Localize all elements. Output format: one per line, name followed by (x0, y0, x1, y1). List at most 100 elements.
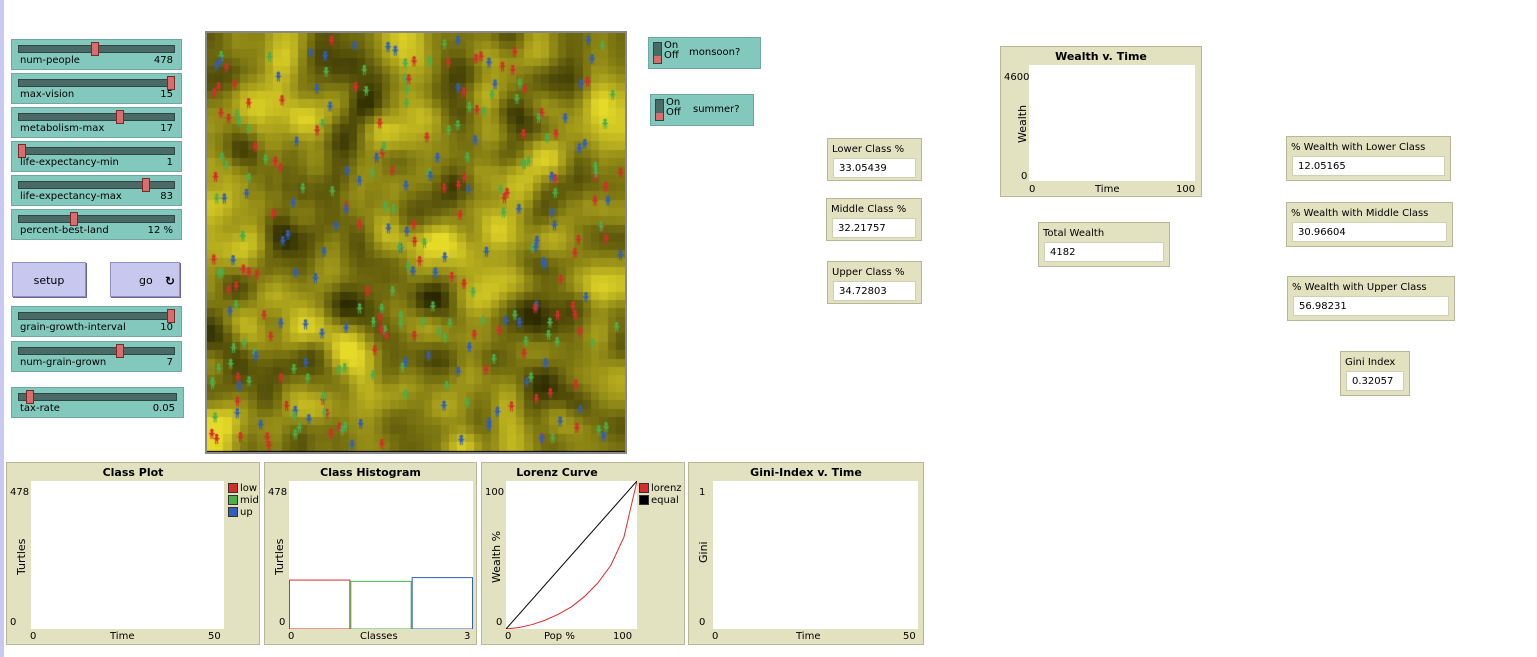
slider-value: 10 (160, 322, 173, 333)
slider-value: 12 % (147, 225, 173, 236)
switch-on-label: On (664, 40, 679, 51)
slider-grain-growth-interval[interactable]: grain-growth-interval 10 (11, 306, 182, 337)
y-axis-label: Turtles (15, 538, 28, 575)
slider-metabolism-max[interactable]: metabolism-max 17 (11, 107, 182, 138)
slider-track[interactable] (18, 347, 175, 355)
y-min-label: 0 (279, 617, 286, 628)
switch-knob[interactable] (653, 42, 662, 64)
slider-label: life-expectancy-min (20, 157, 119, 168)
world-canvas[interactable] (207, 33, 625, 452)
gini-index-monitor: Gini Index 0.32057 (1340, 351, 1410, 396)
y-min-label: 0 (1021, 171, 1028, 182)
y-max-label: 478 (268, 487, 288, 498)
slider-track[interactable] (18, 393, 177, 401)
x-min-label: 0 (712, 631, 719, 642)
slider-thumb[interactable] (167, 309, 175, 323)
x-max-label: 100 (1176, 184, 1196, 195)
slider-track[interactable] (18, 113, 175, 121)
y-max-label: 1 (699, 487, 706, 498)
plot-area (1029, 65, 1195, 181)
monitor-value: 30.96604 (1292, 222, 1447, 242)
slider-label: tax-rate (20, 403, 60, 414)
legend-label: mid (240, 494, 259, 506)
slider-thumb[interactable] (70, 212, 79, 226)
slider-thumb[interactable] (116, 110, 125, 124)
slider-thumb[interactable] (141, 178, 150, 192)
x-axis-label: Time (1095, 184, 1120, 195)
slider-track[interactable] (18, 79, 175, 87)
slider-label: grain-growth-interval (20, 322, 126, 333)
slider-track[interactable] (18, 215, 175, 223)
class-histogram: Class Histogram 478 0 Turtles 0 Classes … (264, 462, 477, 645)
wealth-time-plot: Wealth v. Time 4600 0 Wealth 0 Time 100 (1000, 46, 1202, 197)
slider-label: max-vision (20, 89, 75, 100)
slider-thumb[interactable] (25, 390, 34, 404)
slider-life-expectancy-min[interactable]: life-expectancy-min 1 (11, 141, 182, 172)
x-axis-label: Pop % (544, 631, 575, 642)
summer-switch[interactable]: On Off summer? (650, 94, 754, 126)
legend-item-mid: mid (228, 494, 259, 506)
go-button[interactable]: go ↻ (110, 262, 180, 297)
left-edge-bar (0, 0, 4, 657)
histogram-bar-mid (350, 580, 412, 629)
slider-thumb[interactable] (91, 42, 99, 56)
legend-swatch (228, 483, 238, 493)
plot-area (289, 481, 473, 629)
slider-life-expectancy-max[interactable]: life-expectancy-max 83 (11, 175, 182, 206)
histogram-svg (289, 577, 473, 629)
monsoon-switch[interactable]: On Off monsoon? (648, 37, 761, 69)
switch-label: monsoon? (689, 47, 741, 58)
wealth-middle-class-monitor: % Wealth with Middle Class 30.96604 (1286, 202, 1453, 247)
legend-swatch (639, 495, 649, 505)
plot-title: Wealth v. Time (1055, 50, 1147, 63)
slider-num-grain-grown[interactable]: num-grain-grown 7 (11, 341, 182, 372)
world-view[interactable] (205, 31, 627, 454)
legend-item-lorenz: lorenz (639, 482, 682, 494)
legend-swatch (228, 507, 238, 517)
y-min-label: 0 (699, 617, 706, 628)
monitor-value: 33.05439 (833, 158, 916, 178)
plot-title: Gini-Index v. Time (750, 466, 862, 479)
x-axis-label: Time (110, 631, 135, 642)
legend-item-low: low (228, 482, 259, 494)
slider-label: life-expectancy-max (20, 191, 122, 202)
slider-thumb[interactable] (116, 344, 125, 358)
y-axis-label: Wealth % (490, 530, 503, 583)
plot-legend: low mid up (228, 482, 259, 518)
plot-title: Lorenz Curve (516, 466, 598, 479)
slider-track[interactable] (18, 181, 175, 189)
slider-max-vision[interactable]: max-vision 15 (11, 73, 182, 104)
monitor-label: Gini Index (1345, 357, 1396, 368)
slider-value: 1 (166, 157, 173, 168)
monitor-label: % Wealth with Lower Class (1291, 142, 1426, 153)
monitor-label: % Wealth with Middle Class (1291, 208, 1429, 219)
y-max-label: 478 (10, 487, 30, 498)
monitor-label: % Wealth with Upper Class (1292, 282, 1427, 293)
legend-swatch (228, 495, 238, 505)
x-min-label: 0 (30, 631, 37, 642)
forever-loop-icon: ↻ (164, 274, 175, 288)
slider-label: percent-best-land (20, 225, 109, 236)
slider-thumb[interactable] (18, 144, 26, 158)
wealth-upper-class-monitor: % Wealth with Upper Class 56.98231 (1287, 276, 1455, 321)
slider-num-people[interactable]: num-people 478 (11, 39, 182, 70)
monitor-value: 32.21757 (832, 218, 916, 238)
slider-track[interactable] (18, 312, 175, 320)
slider-thumb[interactable] (167, 76, 175, 90)
plot-area (31, 481, 224, 629)
switch-knob[interactable] (655, 99, 664, 121)
histogram-bar-low (289, 579, 351, 629)
setup-button[interactable]: setup (12, 262, 86, 297)
y-axis-label: Gini (697, 541, 710, 563)
plot-area (506, 481, 637, 629)
legend-item-up: up (228, 506, 259, 518)
slider-track[interactable] (18, 147, 175, 155)
slider-tax-rate[interactable]: tax-rate 0.05 (11, 387, 184, 418)
x-max-label: 50 (208, 631, 221, 642)
switch-on-label: On (666, 97, 681, 108)
y-axis-label: Wealth (1016, 104, 1029, 143)
slider-percent-best-land[interactable]: percent-best-land 12 % (11, 209, 182, 240)
x-min-label: 0 (288, 631, 295, 642)
plot-title: Class Histogram (320, 466, 421, 479)
go-button-label: go (139, 274, 153, 287)
